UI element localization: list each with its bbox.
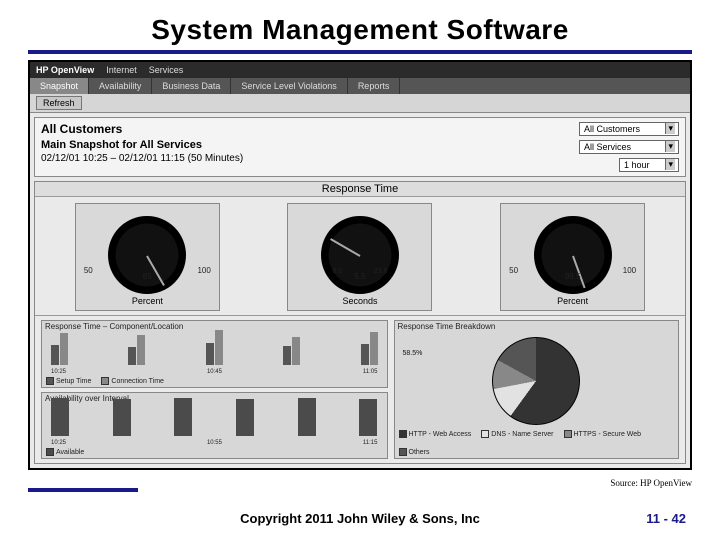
pie-body: 58.5%	[395, 332, 679, 429]
gauge-2-value: 5.5	[354, 272, 365, 281]
refresh-button[interactable]: Refresh	[36, 96, 82, 110]
charts-row: Response Time – Component/Location 10:25…	[35, 316, 685, 463]
availability-bar-body: 10:25 10:55 11:15	[45, 405, 384, 447]
gauge-3-caption: Percent	[557, 295, 588, 306]
snapshot-subtitle: Main Snapshot for All Services	[41, 138, 243, 152]
app-topbar: HP OpenView Internet Services	[30, 62, 690, 78]
pie-title: Response Time Breakdown	[395, 321, 679, 332]
legend-item: Available	[56, 449, 84, 456]
gauge-1-caption: Percent	[132, 295, 163, 306]
gauge-1-value: 85	[143, 272, 152, 281]
topbar-link-internet[interactable]: Internet	[106, 65, 137, 75]
gauge-1-left-tick: 50	[84, 266, 93, 275]
x-tick: 10:45	[207, 369, 222, 375]
gauges-section-header: Response Time	[35, 182, 685, 197]
gauge-response-seconds: 0.0 23.0 5.5 Seconds	[287, 203, 432, 311]
footer-rule	[28, 488, 138, 492]
legend-item: DNS - Name Server	[491, 431, 553, 438]
x-tick: 11:05	[363, 369, 378, 375]
legend-item: HTTPS - Secure Web	[574, 431, 642, 438]
snapshot-header: All Customers Main Snapshot for All Serv…	[34, 117, 686, 177]
page-number: 11 - 42	[646, 511, 686, 526]
snapshot-selectors: All Customers All Services 1 hour	[579, 122, 679, 172]
tab-availability[interactable]: Availability	[89, 78, 152, 94]
gauge-2-sub-right: 23.0	[374, 268, 388, 275]
grouped-bar-legend: Setup Time Connection Time	[42, 376, 387, 387]
pie-chart-panel: Response Time Breakdown 58.5% HTTP - Web…	[394, 320, 680, 459]
availability-bars	[51, 396, 378, 436]
legend-item: Connection Time	[111, 377, 164, 384]
app-window: HP OpenView Internet Services Snapshot A…	[28, 60, 692, 470]
source-label: Source: HP OpenView	[610, 478, 692, 488]
grouped-bars	[51, 325, 378, 365]
tab-bar: Snapshot Availability Business Data Serv…	[30, 78, 690, 94]
gauge-3-value: 99.5	[565, 272, 581, 281]
x-tick: 10:25	[51, 440, 66, 446]
main-panel: Response Time 50 100 85 Percent 0.0	[34, 181, 686, 464]
interval-select[interactable]: 1 hour	[619, 158, 679, 172]
snapshot-title: All Customers	[41, 122, 243, 138]
gauge-availability-2: 50 100 99.5 Percent	[500, 203, 645, 311]
x-tick: 10:25	[51, 369, 66, 375]
tab-sl-violations[interactable]: Service Level Violations	[231, 78, 347, 94]
gauges-row: 50 100 85 Percent 0.0 23.0 5.5 Seconds	[35, 197, 685, 316]
x-tick: 10:55	[207, 440, 222, 446]
availability-bar-legend: Available	[42, 447, 387, 458]
snapshot-info: All Customers Main Snapshot for All Serv…	[41, 122, 243, 165]
gauge-3-left-tick: 50	[509, 266, 518, 275]
legend-item: Others	[409, 449, 430, 456]
snapshot-range: 02/12/01 10:25 – 02/12/01 11:15 (50 Minu…	[41, 152, 243, 165]
customer-select[interactable]: All Customers	[579, 122, 679, 136]
service-select[interactable]: All Services	[579, 140, 679, 154]
copyright-label: Copyright 2011 John Wiley & Sons, Inc	[0, 511, 720, 526]
title-divider	[28, 50, 692, 54]
gauge-1-right-tick: 100	[197, 266, 210, 275]
x-tick: 11:15	[363, 440, 378, 446]
gauge-2-sub-left: 0.0	[332, 268, 342, 275]
legend-item: HTTP - Web Access	[409, 431, 472, 438]
gauge-availability: 50 100 85 Percent	[75, 203, 220, 311]
grouped-bar-xaxis: 10:25 10:45 11:05	[45, 369, 384, 375]
gauge-2-caption: Seconds	[342, 295, 377, 306]
toolbar: Refresh	[30, 94, 690, 113]
gauge-3-canvas: 50 100 99.5	[505, 208, 640, 295]
pie-icon	[492, 337, 580, 425]
gauge-2-canvas: 0.0 23.0 5.5	[292, 208, 427, 295]
availability-bar-xaxis: 10:25 10:55 11:15	[45, 440, 384, 446]
tab-reports[interactable]: Reports	[348, 78, 401, 94]
gauge-3-right-tick: 100	[623, 266, 636, 275]
topbar-link-services[interactable]: Services	[149, 65, 184, 75]
availability-bar-chart: Availability over Interval 10:25	[41, 392, 388, 460]
grouped-bar-body: 10:25 10:45 11:05	[45, 333, 384, 375]
pie-slice-label: 58.5%	[403, 350, 423, 357]
legend-item: Setup Time	[56, 377, 91, 384]
charts-left-column: Response Time – Component/Location 10:25…	[41, 320, 388, 459]
slide-title: System Management Software	[0, 0, 720, 50]
tab-snapshot[interactable]: Snapshot	[30, 78, 89, 94]
brand-label: HP OpenView	[36, 65, 94, 75]
tab-business-data[interactable]: Business Data	[152, 78, 231, 94]
grouped-bar-chart: Response Time – Component/Location 10:25…	[41, 320, 388, 388]
gauge-1-canvas: 50 100 85	[80, 208, 215, 295]
pie-legend: HTTP - Web Access DNS - Name Server HTTP…	[395, 429, 679, 458]
